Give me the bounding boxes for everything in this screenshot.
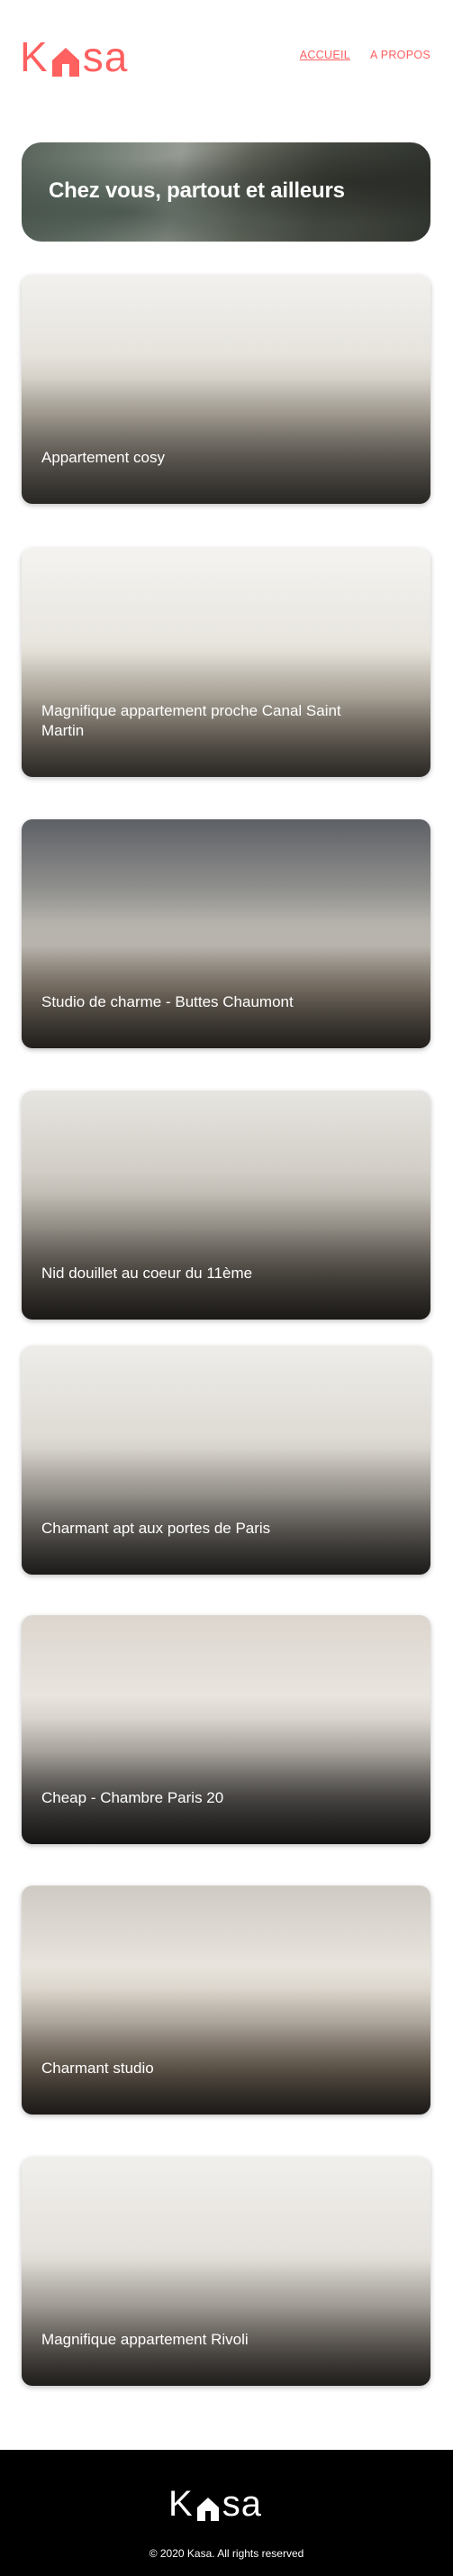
listing-card[interactable]: Charmant studio (22, 1886, 430, 2115)
listing-title: Nid douillet au coeur du 11ème (41, 1265, 253, 1282)
site-footer: K sa © 2020 Kasa. All rights reserved (0, 2450, 453, 2576)
listing-overlay (22, 819, 430, 1048)
listing-overlay (22, 2157, 430, 2386)
listing-overlay (22, 548, 430, 777)
footer-logo-letter-k: K (168, 2484, 194, 2524)
listing-title: Studio de charme - Buttes Chaumont (41, 993, 294, 1010)
copyright-text: © 2020 Kasa. All rights reserved (149, 2547, 304, 2560)
kasa-logo[interactable]: K sa (20, 34, 128, 79)
footer-logo: K sa (168, 2484, 262, 2524)
listing-overlay (22, 1886, 430, 2115)
footer-logo-letters-sa: sa (222, 2484, 262, 2524)
listing-card[interactable]: Cheap - Chambre Paris 20 (22, 1615, 430, 1844)
listing-title: Charmant apt aux portes de Paris (41, 1520, 271, 1537)
house-icon (50, 41, 81, 77)
listing-title: Charmant studio (41, 2060, 154, 2077)
listing-title: Magnifique appartement Rivoli (41, 2331, 249, 2348)
listing-title: Magnifique appartement proche Canal Sain… (41, 702, 341, 739)
nav-link-a-propos[interactable]: A PROPOS (370, 49, 430, 61)
house-icon (195, 2491, 221, 2521)
listing-title: Appartement cosy (41, 449, 166, 466)
listing-overlay (22, 1091, 430, 1320)
listing-card[interactable]: Magnifique appartement proche Canal Sain… (22, 548, 430, 777)
logo-letter-k: K (20, 33, 49, 80)
banner-title: Chez vous, partout et ailleurs (49, 178, 345, 203)
hero-banner: Chez vous, partout et ailleurs (22, 142, 430, 242)
listing-overlay (22, 275, 430, 504)
listing-overlay (22, 1346, 430, 1575)
listing-card[interactable]: Studio de charme - Buttes Chaumont (22, 819, 430, 1048)
site-header: K sa ACCUEIL A PROPOS (0, 0, 453, 117)
listing-title: Cheap - Chambre Paris 20 (41, 1789, 224, 1806)
nav-link-accueil[interactable]: ACCUEIL (300, 49, 350, 61)
logo-letters-sa: sa (82, 33, 129, 80)
main-nav: ACCUEIL A PROPOS (300, 49, 430, 61)
listing-card[interactable]: Appartement cosy (22, 275, 430, 504)
listing-card[interactable]: Charmant apt aux portes de Paris (22, 1346, 430, 1575)
listing-card[interactable]: Magnifique appartement Rivoli (22, 2157, 430, 2386)
listing-card[interactable]: Nid douillet au coeur du 11ème (22, 1091, 430, 1320)
listing-overlay (22, 1615, 430, 1844)
